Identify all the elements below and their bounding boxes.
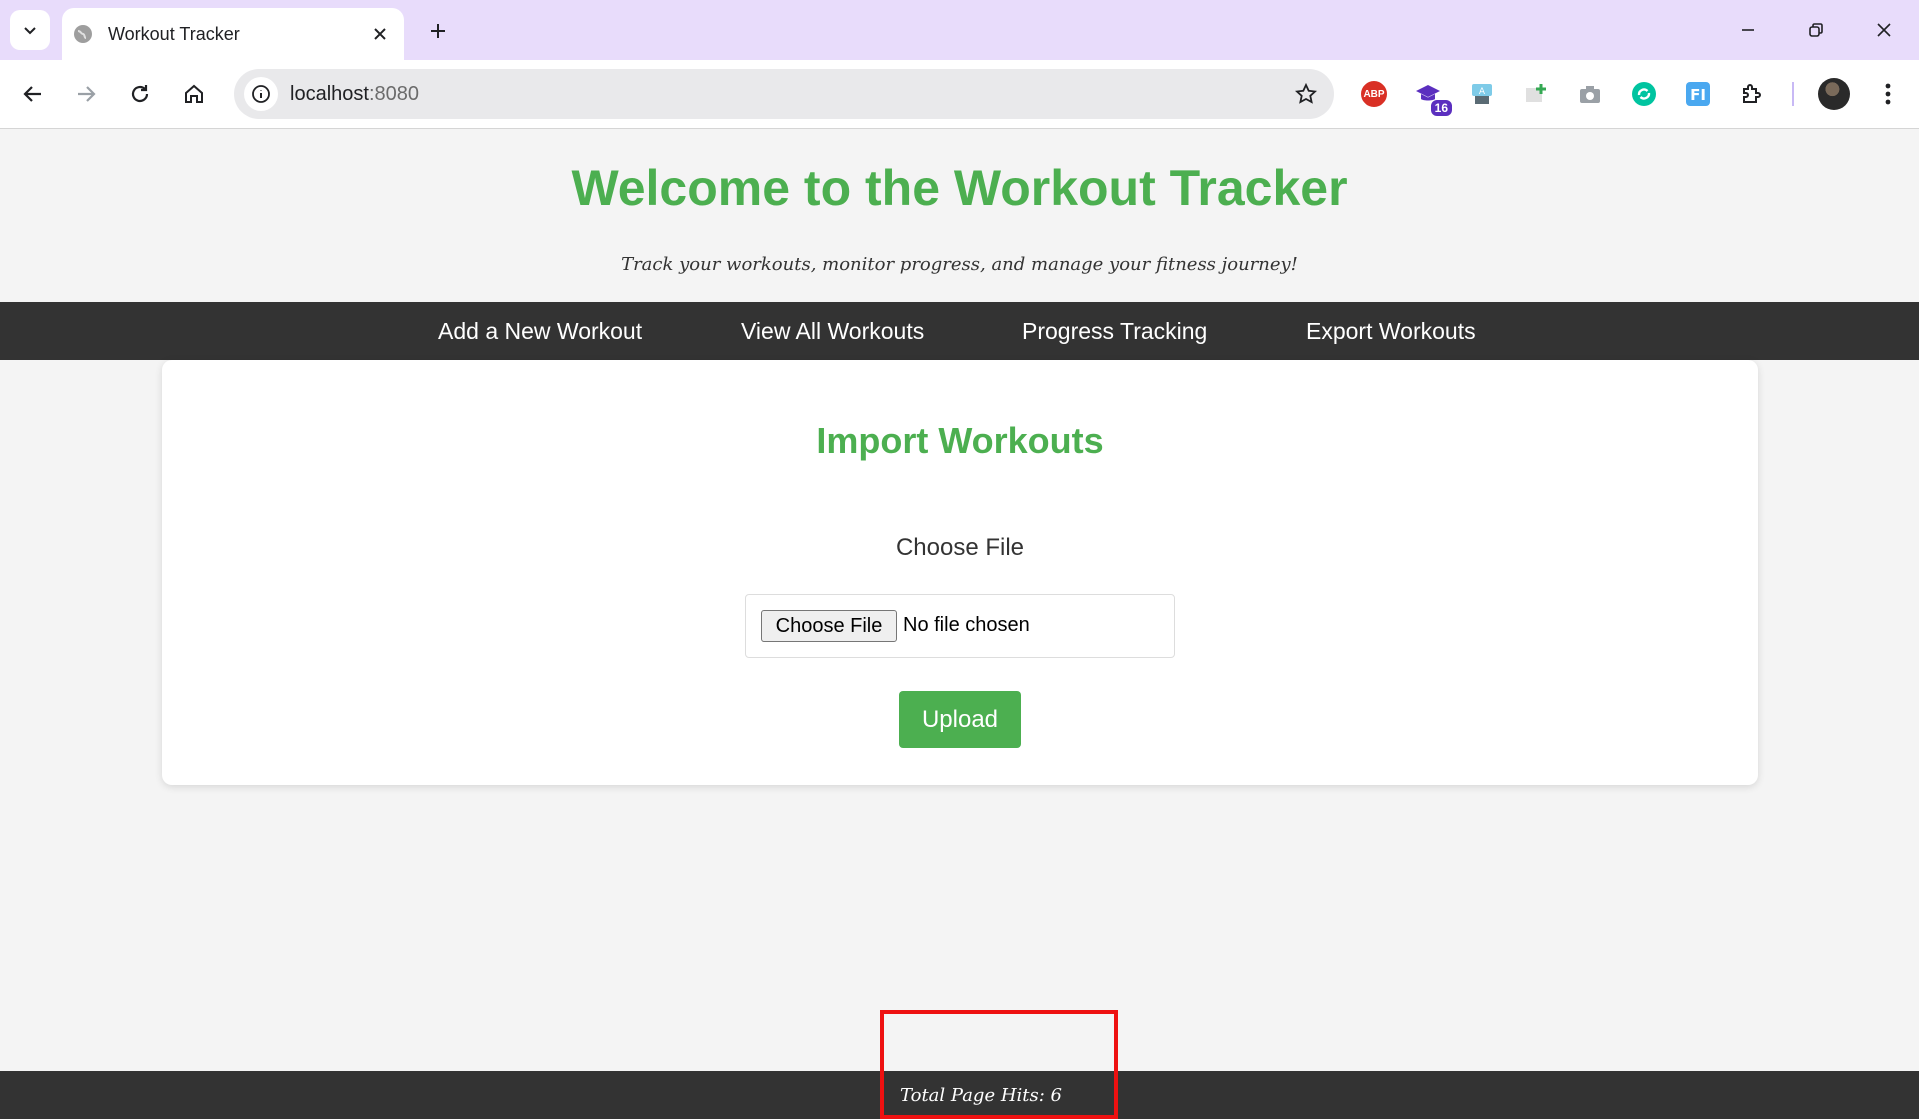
arrow-right-icon [78,86,96,102]
page-title: Welcome to the Workout Tracker [571,160,1348,216]
svg-text:FI: FI [1690,86,1706,104]
close-window-button[interactable] [1854,10,1914,50]
browser-toolbar: localhost:8080 ABP 16 A FI [0,60,1919,129]
bookmark-button[interactable] [1290,78,1322,110]
address-bar[interactable]: localhost:8080 [234,69,1334,119]
main-nav: Add a New Workout View All Workouts Prog… [0,302,1919,360]
toolbar-divider [1792,82,1794,106]
star-icon [1295,83,1317,104]
site-info-button[interactable] [244,77,278,111]
no-file-text: No file chosen [903,614,1030,636]
browser-tabstrip: Workout Tracker [0,0,1919,60]
restore-icon [1809,23,1823,37]
nav-add-new-workout[interactable]: Add a New Workout [438,318,642,345]
adblock-plus-icon[interactable]: ABP [1360,80,1388,108]
extensions-puzzle-icon[interactable] [1738,80,1766,108]
graduation-cap-icon[interactable]: 16 [1414,80,1452,116]
svg-text:A: A [1479,87,1486,97]
back-button[interactable] [13,74,53,114]
minimize-icon [1742,29,1754,31]
choose-file-button[interactable]: Choose File [761,610,897,642]
chevron-down-icon [24,27,36,35]
add-note-icon[interactable] [1522,80,1550,108]
browser-menu-button[interactable] [1872,78,1904,110]
page: Welcome to the Workout Tracker Track you… [0,129,1919,1119]
url-port: :8080 [368,83,419,105]
file-input[interactable]: Choose File No file chosen [745,594,1175,658]
tab-search-button[interactable] [10,10,50,50]
nav-export-workouts[interactable]: Export Workouts [1306,318,1476,345]
restore-button[interactable] [1786,10,1846,50]
forward-button[interactable] [66,74,106,114]
close-icon [1877,23,1891,37]
extension-badge: 16 [1430,100,1452,116]
page-tagline: Track your workouts, monitor progress, a… [621,254,1298,275]
arrow-left-icon [23,86,41,102]
home-icon [185,84,203,103]
import-title: Import Workouts [816,420,1104,461]
nav-view-all-workouts[interactable]: View All Workouts [741,318,924,345]
camera-icon[interactable] [1576,80,1604,108]
total-page-hits: Total Page Hits: 6 [900,1085,1062,1106]
fi-icon[interactable]: FI [1684,80,1712,108]
home-button[interactable] [174,74,214,114]
new-tab-button[interactable] [422,15,454,47]
globe-icon [72,23,94,45]
url-text[interactable]: localhost:8080 [290,83,419,106]
profile-avatar[interactable] [1818,78,1850,110]
minimize-button[interactable] [1718,10,1778,50]
plus-icon [431,24,445,38]
info-icon [252,85,270,103]
reload-icon [131,85,149,103]
import-card: Import Workouts Choose File Choose File … [162,360,1758,785]
browser-tab-active[interactable]: Workout Tracker [62,8,404,60]
translate-icon[interactable]: A [1468,80,1496,108]
tab-title: Workout Tracker [108,23,240,44]
close-tab-icon[interactable] [366,20,394,48]
page-header: Welcome to the Workout Tracker Track you… [0,129,1919,302]
adblock-plus-label: ABP [1361,81,1387,107]
url-host: localhost [290,83,369,105]
sync-icon[interactable] [1630,80,1658,108]
file-label: Choose File [895,534,1025,561]
reload-button[interactable] [120,74,160,114]
more-vertical-icon [1885,83,1891,105]
upload-button[interactable]: Upload [899,691,1021,748]
nav-progress-tracking[interactable]: Progress Tracking [1022,318,1207,345]
page-footer: Total Page Hits: 6 [0,1071,1919,1119]
